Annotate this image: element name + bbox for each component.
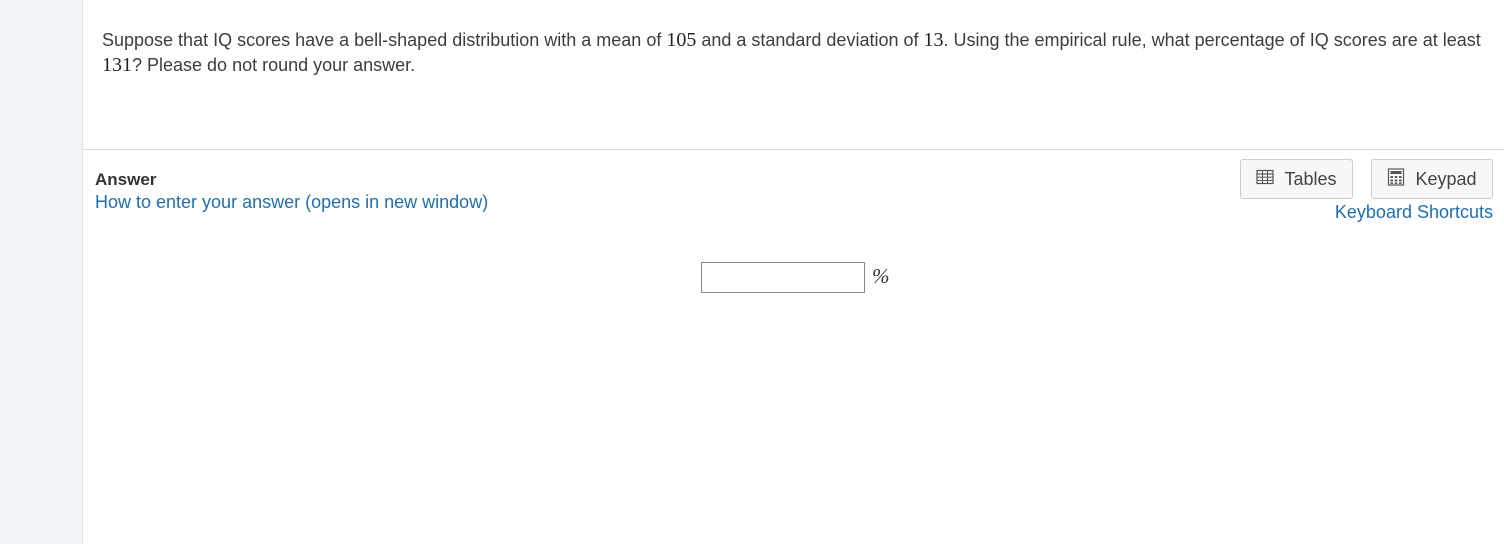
question-part-3: . Using the empirical rule, what percent…	[943, 30, 1481, 50]
calculator-icon	[1387, 167, 1405, 191]
threshold-value: 131	[102, 54, 132, 76]
question-text: Suppose that IQ scores have a bell-shape…	[102, 28, 1482, 78]
keypad-button[interactable]: Keypad	[1371, 159, 1493, 199]
question-part-2: and a standard deviation of	[696, 30, 924, 50]
answer-input[interactable]	[701, 262, 865, 293]
table-icon	[1256, 169, 1275, 190]
sd-value: 13	[923, 29, 944, 51]
section-divider	[83, 149, 1504, 150]
mean-value: 105	[666, 29, 697, 51]
keypad-button-label: Keypad	[1415, 168, 1477, 189]
answer-heading: Answer	[95, 170, 157, 189]
keyboard-shortcuts-link[interactable]: Keyboard Shortcuts	[1335, 202, 1493, 223]
tables-button-label: Tables	[1284, 168, 1337, 189]
question-part-4: ? Please do not round your answer.	[132, 55, 416, 75]
percent-unit: %	[872, 264, 890, 288]
tables-button[interactable]: Tables	[1240, 159, 1353, 199]
left-sidebar	[0, 0, 83, 544]
question-part-1: Suppose that IQ scores have a bell-shape…	[102, 30, 667, 50]
how-to-enter-answer-link[interactable]: How to enter your answer (opens in new w…	[95, 192, 488, 213]
